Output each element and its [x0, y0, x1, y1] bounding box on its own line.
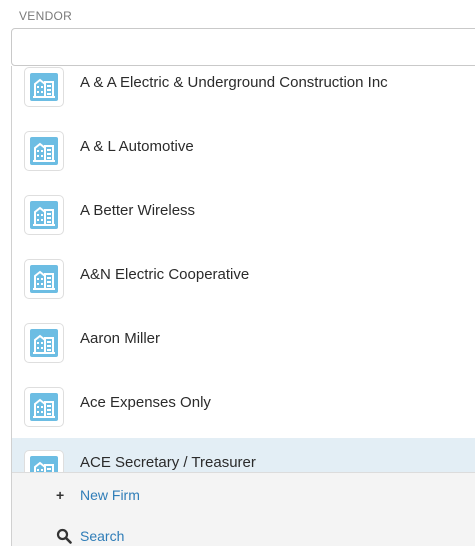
plus-icon: +: [56, 487, 65, 503]
building-icon: [24, 259, 64, 299]
vendor-name: A & A Electric & Underground Constructio…: [80, 74, 388, 91]
search-label: Search: [80, 528, 125, 544]
new-firm-button[interactable]: + New Firm: [56, 487, 140, 511]
search-button[interactable]: Search: [56, 528, 124, 546]
list-item[interactable]: ACE Secretary / Treasurer: [12, 438, 475, 472]
building-icon: [24, 450, 64, 472]
vendor-input[interactable]: [11, 28, 475, 66]
building-icon: [24, 387, 64, 427]
list-item[interactable]: A & A Electric & Underground Constructio…: [12, 66, 475, 130]
vendor-field-label: VENDOR: [19, 9, 73, 23]
new-firm-label: New Firm: [80, 487, 140, 503]
building-icon: [24, 323, 64, 363]
vendor-name: Aaron Miller: [80, 330, 161, 347]
vendor-name: A Better Wireless: [80, 202, 196, 219]
building-icon: [24, 131, 64, 171]
list-item[interactable]: A Better Wireless: [12, 194, 475, 258]
vendor-name: A & L Automotive: [80, 138, 194, 155]
search-icon: [56, 528, 72, 544]
vendor-name: ACE Secretary / Treasurer: [80, 454, 256, 471]
vendor-name: A&N Electric Cooperative: [80, 266, 250, 283]
list-item[interactable]: A & L Automotive: [12, 130, 475, 194]
vendor-list[interactable]: A & A Electric & Underground Constructio…: [12, 66, 475, 472]
vendor-name: Ace Expenses Only: [80, 394, 211, 411]
building-icon: [24, 67, 64, 107]
dropdown-footer: + New Firm Search: [12, 472, 475, 546]
list-item[interactable]: A&N Electric Cooperative: [12, 258, 475, 322]
building-icon: [24, 195, 64, 235]
list-item[interactable]: Aaron Miller: [12, 322, 475, 386]
vendor-dropdown: A & A Electric & Underground Constructio…: [11, 66, 475, 546]
